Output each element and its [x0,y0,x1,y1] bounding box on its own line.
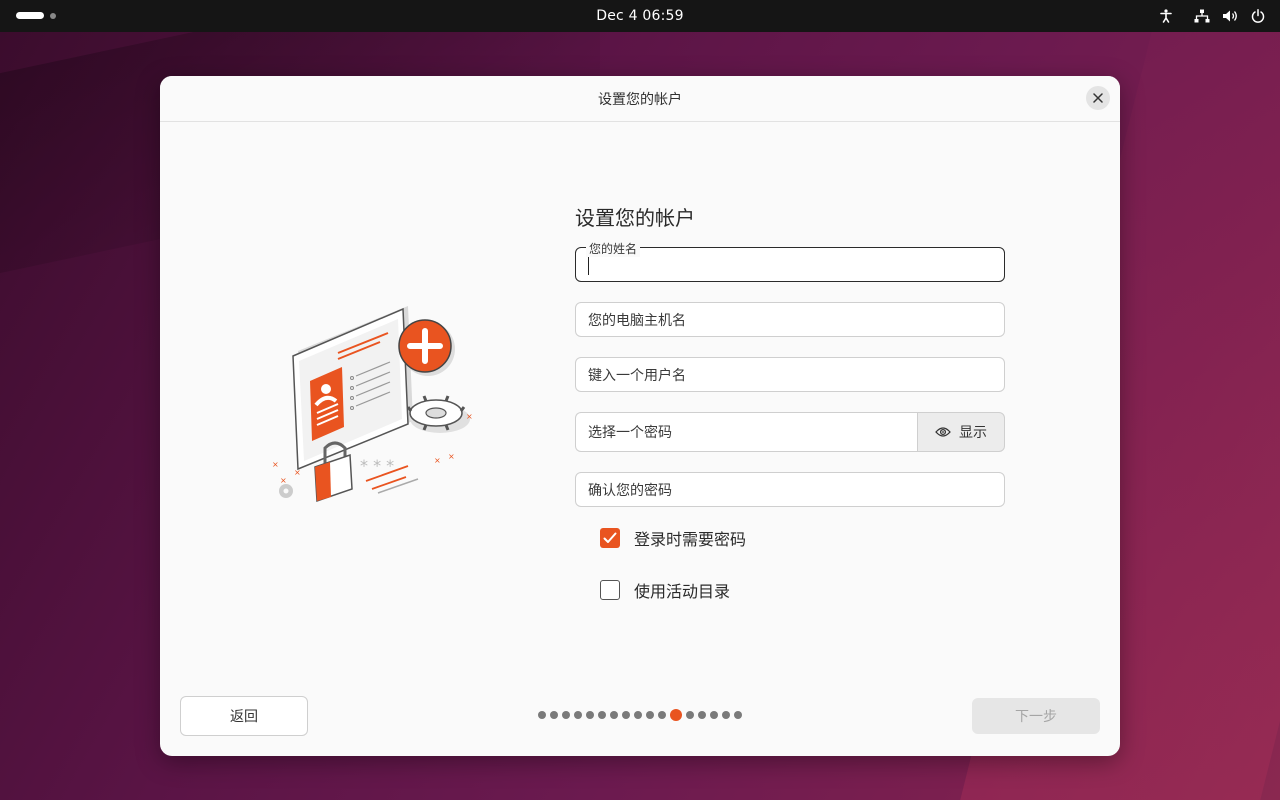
require-password-checkbox[interactable] [600,528,620,548]
dialog-title: 设置您的帐户 [598,91,682,108]
next-button[interactable]: 下一步 [972,698,1100,734]
account-security-illustration: * * * × × × × × × [272,306,473,503]
name-input-label: 您的姓名 [586,240,641,257]
active-directory-option[interactable]: 使用活动目录 [600,579,1005,601]
require-password-label: 登录时需要密码 [634,530,747,549]
step-dot [562,711,570,719]
system-tray [1158,0,1266,32]
form-heading: 设置您的帐户 [575,206,695,230]
svg-text:×: × [272,460,279,469]
volume-icon [1222,8,1238,24]
name-input[interactable]: 您的姓名 [575,240,1005,282]
step-dot [598,711,606,719]
step-dot [538,711,546,719]
dialog-header: 设置您的帐户 [160,76,1120,122]
step-dot [550,711,558,719]
hostname-input[interactable]: 您的电脑主机名 [575,302,1005,337]
activities-indicator[interactable] [16,12,56,19]
step-dot [634,711,642,719]
status-menu[interactable] [1194,8,1266,24]
workspace-active-pill [16,12,44,19]
top-bar: Dec 4 06:59 [0,0,1280,32]
eye-icon [935,427,951,437]
setup-account-dialog: 设置您的帐户 * * * × × × × × × 设置您的帐户 您的姓名 您的电… [160,76,1120,756]
svg-text:×: × [434,456,441,465]
step-dot [586,711,594,719]
password-placeholder: 选择一个密码 [588,425,672,441]
checkmark-icon [603,532,617,543]
clock[interactable]: Dec 4 06:59 [596,8,683,24]
username-input[interactable]: 键入一个用户名 [575,357,1005,392]
close-button[interactable] [1086,86,1110,110]
workspace-dot [50,12,56,19]
hostname-placeholder: 您的电脑主机名 [588,312,686,329]
username-placeholder: 键入一个用户名 [588,367,686,384]
step-dot [622,711,630,719]
svg-text:×: × [280,476,287,485]
close-icon [1093,93,1103,103]
step-dot [734,711,742,719]
step-dot [722,711,730,719]
step-dot [610,711,618,719]
confirm-password-placeholder: 确认您的密码 [588,482,672,499]
active-directory-label: 使用活动目录 [634,582,731,601]
step-progress-dots [538,709,742,721]
step-dot-current [670,709,682,721]
step-dot [686,711,694,719]
account-form: 设置您的帐户 您的姓名 您的电脑主机名 键入一个用户名 选择一个密码 显示 确认… [575,202,1005,631]
svg-text:×: × [448,452,455,461]
back-button[interactable]: 返回 [180,696,308,736]
require-password-option[interactable]: 登录时需要密码 [600,527,1005,549]
svg-text:×: × [294,468,301,477]
step-dot [658,711,666,719]
power-icon [1250,8,1266,24]
network-wired-icon [1194,8,1210,24]
step-dot [574,711,582,719]
confirm-password-input[interactable]: 确认您的密码 [575,472,1005,507]
show-password-button[interactable]: 显示 [917,412,1005,452]
step-dot [646,711,654,719]
password-row: 选择一个密码 显示 [575,412,1005,452]
svg-text:×: × [466,412,473,421]
step-dot [710,711,718,719]
step-dot [698,711,706,719]
password-input[interactable]: 选择一个密码 [575,412,917,452]
accessibility-icon[interactable] [1158,8,1174,24]
show-password-label: 显示 [959,425,987,441]
text-caret [588,256,589,275]
active-directory-checkbox[interactable] [600,580,620,600]
